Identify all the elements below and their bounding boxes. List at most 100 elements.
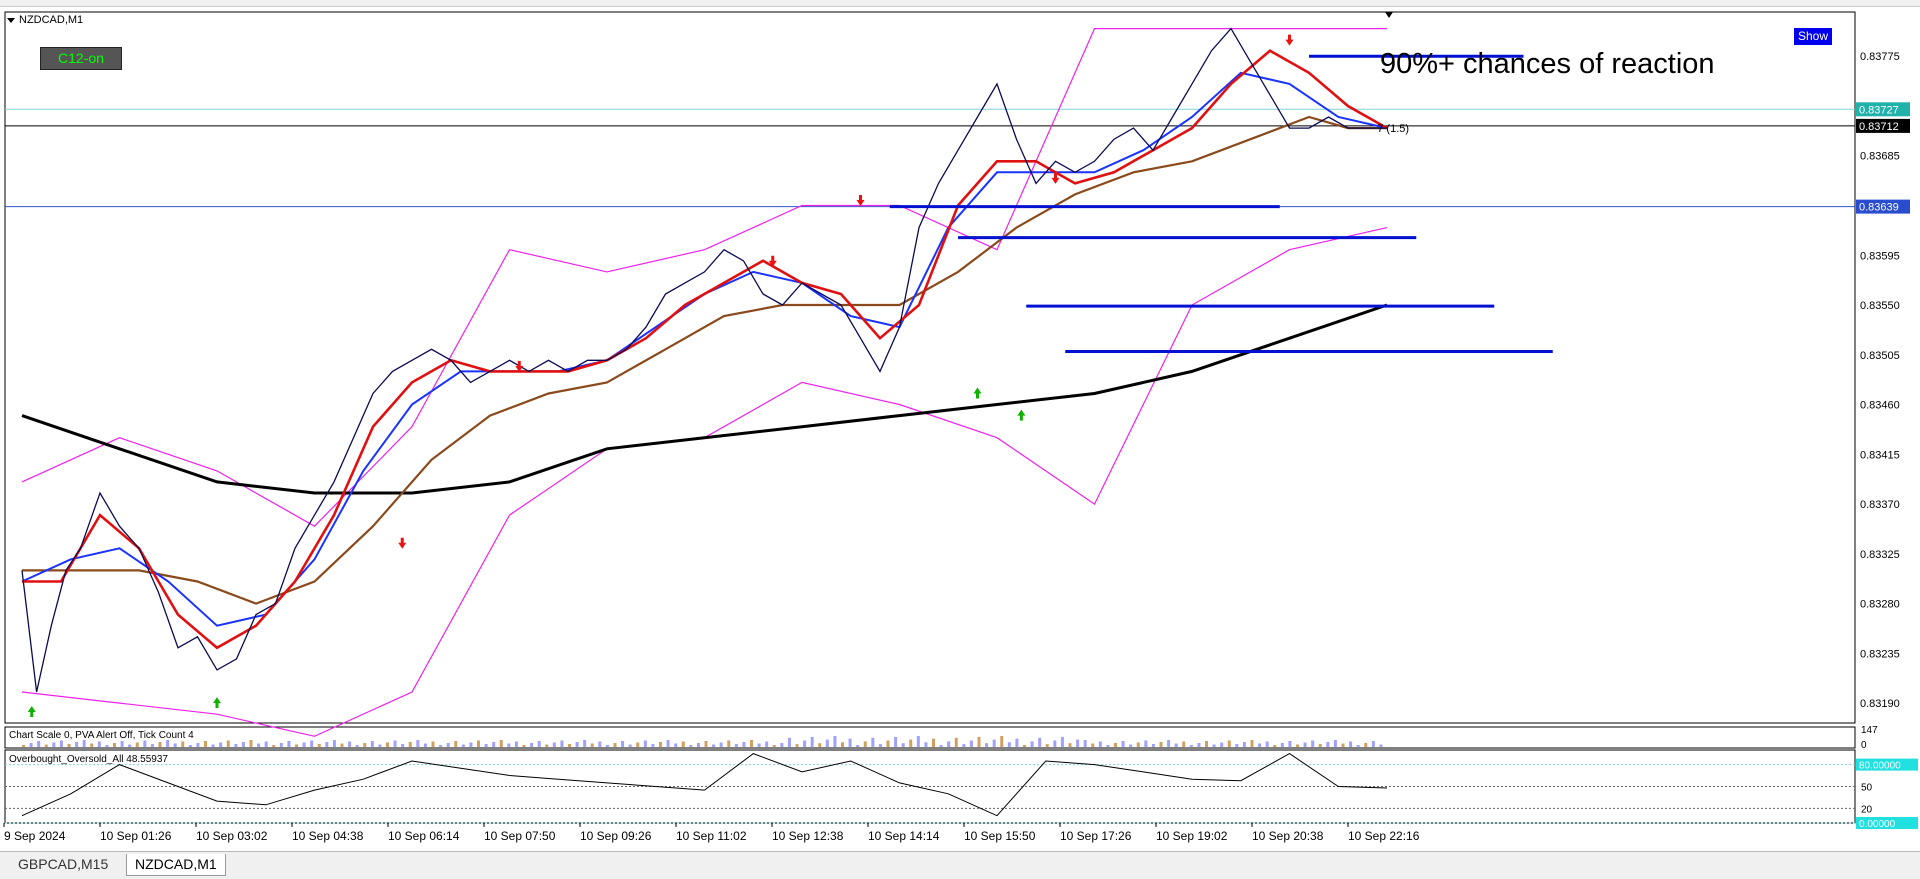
volume-bar [954, 737, 958, 747]
volume-bar [992, 739, 996, 747]
y-tick-label: 0.83325 [1860, 549, 1900, 561]
volume-bar [1371, 741, 1375, 747]
volume-bar [499, 740, 503, 747]
volume-bar [90, 743, 94, 747]
volume-bar [1000, 736, 1004, 747]
x-tick-label: 10 Sep 20:38 [1252, 829, 1324, 843]
chart-canvas[interactable]: 7 (1.5) 147 0 80.00000 50 20 0.00000 0.83775 0.8… [0, 0, 1920, 851]
tab-gbpcad-m15[interactable]: GBPCAD,M15 [10, 854, 116, 875]
volume-bar [1220, 742, 1224, 747]
oscillator-level-label: 80.00000 [1859, 761, 1901, 772]
volume-bar [962, 744, 966, 747]
volume-bar [636, 742, 640, 747]
y-tick-label: 0.83190 [1860, 698, 1900, 710]
ma-blue-line [21, 71, 1388, 627]
band-pink-upper-line [21, 28, 1387, 527]
volume-bar [871, 737, 875, 747]
volume-bar [454, 741, 458, 747]
volume-bar [386, 742, 389, 747]
volume-bar [211, 744, 215, 747]
chart-symbol-title[interactable]: NZDCAD,M1 [7, 14, 83, 26]
volume-bar [947, 741, 951, 747]
volume-bar [651, 744, 655, 747]
sell-signal-arrow-icon [1285, 34, 1294, 46]
shift-marker-icon[interactable] [1385, 12, 1393, 18]
volume-bar [279, 743, 283, 747]
volume-bar [1288, 741, 1292, 747]
volume-bar [143, 740, 147, 747]
volume-bar [363, 743, 367, 747]
volume-bar [44, 744, 48, 747]
oscillator-label: Overbought_Oversold_All 48.55937 [9, 754, 168, 765]
volume-bar [150, 744, 154, 747]
buy-signal-arrow-icon [1017, 409, 1026, 421]
volume-bar [249, 740, 253, 747]
y-tick-label: 0.83505 [1860, 350, 1900, 362]
volume-bar [332, 740, 336, 747]
volume-bar [370, 741, 374, 747]
volume-info-line: Chart Scale 0, PVA Alert Off, Tick Count… [9, 730, 194, 741]
volume-bar [393, 740, 397, 747]
volume-bar [552, 742, 556, 747]
volume-bar [1212, 744, 1216, 747]
volume-bar [166, 740, 170, 747]
price-tag-label: 0.83639 [1859, 202, 1899, 214]
volume-bar [1296, 744, 1299, 747]
volume-bar [841, 742, 844, 747]
volume-bar [1280, 743, 1284, 747]
x-tick-label: 10 Sep 09:26 [580, 829, 652, 843]
volume-bar [219, 742, 223, 747]
volume-bar [1015, 738, 1019, 747]
volume-bar [1356, 745, 1360, 747]
volume-bar [1038, 737, 1042, 747]
volume-bar [461, 744, 465, 747]
volume-bar [727, 740, 731, 747]
volume-bar [378, 744, 382, 747]
volume-bar [696, 743, 700, 747]
volume-bar [712, 744, 716, 747]
dropdown-triangle-icon[interactable] [7, 17, 15, 23]
chart-annotation-text: 90%+ chances of reaction [1380, 48, 1715, 80]
volume-bar [401, 744, 405, 747]
volume-bar [423, 743, 427, 747]
volume-bar [181, 741, 185, 747]
volume-bar [590, 743, 594, 747]
volume-bar [264, 741, 268, 747]
volume-bar [348, 741, 352, 747]
volume-bar [1098, 741, 1102, 747]
volume-bar [583, 740, 587, 747]
volume-bar [909, 739, 913, 747]
volume-bar [1045, 744, 1049, 747]
volume-bar [568, 744, 571, 747]
volume-bar [901, 743, 905, 747]
symbol-text: NZDCAD,M1 [19, 14, 84, 26]
volume-bar [681, 741, 685, 747]
volume-bar [1076, 739, 1080, 747]
volume-bar [1167, 740, 1171, 747]
volume-bar [325, 742, 329, 747]
volume-bar [894, 736, 898, 747]
volume-bar [1121, 741, 1125, 747]
volume-bar [803, 740, 807, 747]
volume-bar [241, 742, 245, 747]
volume-bar [1227, 740, 1231, 747]
volume-bar [1311, 740, 1315, 747]
volume-bar [431, 741, 435, 747]
volume-bar [446, 743, 450, 747]
volume-bar [1151, 744, 1155, 747]
volume-bar [1242, 742, 1246, 747]
volume-bar [916, 736, 920, 747]
volume-bar [317, 744, 321, 747]
volume-bar [1318, 744, 1322, 747]
volume-bar [1265, 741, 1269, 747]
x-tick-label: 10 Sep 17:26 [1060, 829, 1132, 843]
volume-bar [75, 742, 79, 747]
volume-bar [659, 742, 662, 747]
indicator-toggle-button[interactable]: C12-on [40, 47, 122, 70]
show-button[interactable]: Show [1794, 28, 1832, 45]
volume-bar [643, 740, 647, 747]
volume-bar [863, 741, 867, 747]
volume-bar [575, 742, 579, 747]
tab-nzdcad-m1[interactable]: NZDCAD,M1 [126, 854, 226, 876]
ma-red-line [22, 49, 1388, 650]
